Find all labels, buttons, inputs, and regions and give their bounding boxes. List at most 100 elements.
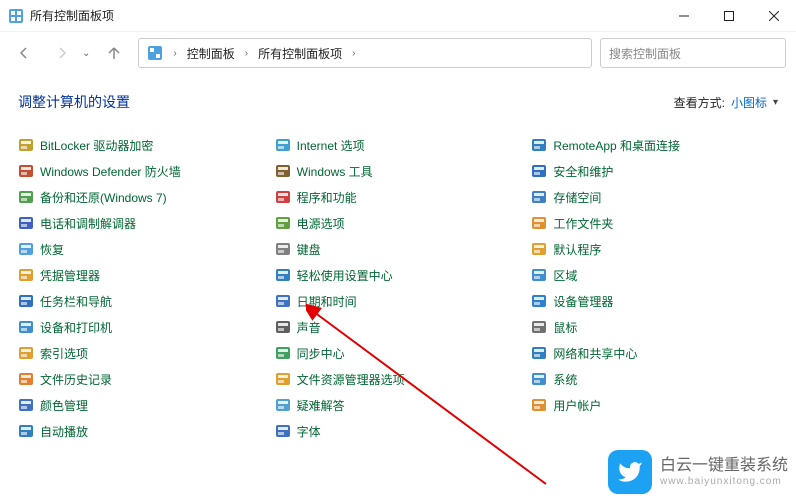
item-label: 工作文件夹 [553,215,613,232]
control-panel-item[interactable]: 设备和打印机 [18,318,265,336]
titlebar-left: 所有控制面板项 [8,7,114,24]
control-panel-item[interactable]: 声音 [275,318,522,336]
addressbar[interactable]: › 控制面板 › 所有控制面板项 › [138,38,592,68]
keyboard-icon [275,241,291,257]
page-title: 调整计算机的设置 [18,92,130,112]
content-area: 调整计算机的设置 查看方式: 小图标 ▾ BitLocker 驱动器加密 Inte… [0,74,796,440]
control-panel-item[interactable]: 备份和还原(Windows 7) [18,188,265,206]
control-panel-item[interactable]: BitLocker 驱动器加密 [18,136,265,154]
filehistory-icon [18,371,34,387]
region-icon [531,267,547,283]
control-panel-item[interactable]: 恢复 [18,240,265,258]
control-panel-item[interactable]: 轻松使用设置中心 [275,266,522,284]
item-label: 网络和共享中心 [553,345,637,362]
titlebar: 所有控制面板项 [0,0,796,32]
control-panel-item[interactable]: 电话和调制解调器 [18,214,265,232]
window-controls [661,1,796,31]
control-panel-item[interactable]: Internet 选项 [275,136,522,154]
control-panel-item[interactable]: RemoteApp 和桌面连接 [531,136,778,154]
view-mode-selector[interactable]: 查看方式: 小图标 ▾ [674,94,778,111]
minimize-button[interactable] [661,1,706,31]
close-button[interactable] [751,1,796,31]
power-icon [275,215,291,231]
control-panel-item[interactable]: 电源选项 [275,214,522,232]
date-icon [275,293,291,309]
control-panel-item[interactable]: 文件历史记录 [18,370,265,388]
ease-icon [275,267,291,283]
chevron-down-icon: ▾ [773,97,778,108]
backup-icon [18,189,34,205]
item-label: 设备管理器 [553,293,613,310]
item-label: BitLocker 驱动器加密 [40,137,153,154]
item-label: 任务栏和导航 [40,293,112,310]
taskbar-icon [18,293,34,309]
phone-icon [18,215,34,231]
control-panel-item[interactable]: 索引选项 [18,344,265,362]
control-panel-item[interactable]: 颜色管理 [18,396,265,414]
control-panel-item[interactable]: 日期和时间 [275,292,522,310]
history-dropdown[interactable]: ⌄ [82,48,90,59]
item-label: 声音 [297,319,321,336]
watermark-url: www.baiyunxitong.com [660,476,788,488]
forward-button[interactable] [48,39,76,67]
control-panel-item[interactable]: 鼠标 [531,318,778,336]
chevron-right-icon[interactable]: › [245,48,248,59]
control-panel-item[interactable]: 安全和维护 [531,162,778,180]
programs-icon [275,189,291,205]
item-label: 文件历史记录 [40,371,112,388]
control-panel-item[interactable]: 网络和共享中心 [531,344,778,362]
control-panel-item[interactable]: 程序和功能 [275,188,522,206]
breadcrumb[interactable]: 所有控制面板项 [258,45,342,62]
maximize-button[interactable] [706,1,751,31]
control-panel-item[interactable]: 设备管理器 [531,292,778,310]
item-label: 键盘 [297,241,321,258]
control-panel-item[interactable]: 键盘 [275,240,522,258]
control-panel-item[interactable]: 工作文件夹 [531,214,778,232]
control-panel-item[interactable]: 系统 [531,370,778,388]
network-icon [531,345,547,361]
up-button[interactable] [100,39,128,67]
item-label: 备份和还原(Windows 7) [40,189,167,206]
item-label: 凭据管理器 [40,267,100,284]
breadcrumb[interactable]: 控制面板 [187,45,235,62]
search-input[interactable]: 搜索控制面板 [600,38,786,68]
view-label: 查看方式: [674,94,725,111]
control-panel-item[interactable]: 存储空间 [531,188,778,206]
item-label: 安全和维护 [553,163,613,180]
fonts-icon [275,423,291,439]
control-panel-item[interactable]: 字体 [275,422,522,440]
control-panel-item[interactable]: 自动播放 [18,422,265,440]
item-label: 日期和时间 [297,293,357,310]
control-panel-item[interactable]: Windows 工具 [275,162,522,180]
control-panel-item[interactable]: Windows Defender 防火墙 [18,162,265,180]
item-label: 程序和功能 [297,189,357,206]
back-button[interactable] [10,39,38,67]
item-label: 鼠标 [553,319,577,336]
system-icon [531,371,547,387]
navbar: ⌄ › 控制面板 › 所有控制面板项 › 搜索控制面板 [0,32,796,74]
internet-icon [275,137,291,153]
item-label: 疑难解答 [297,397,345,414]
control-panel-item[interactable]: 凭据管理器 [18,266,265,284]
control-panel-item[interactable]: 区域 [531,266,778,284]
item-label: 系统 [553,371,577,388]
item-label: 用户帐户 [553,397,601,414]
control-panel-item[interactable]: 疑难解答 [275,396,522,414]
chevron-right-icon[interactable]: › [173,48,176,59]
storage-icon [531,189,547,205]
item-label: 恢复 [40,241,64,258]
item-label: 存储空间 [553,189,601,206]
item-label: 颜色管理 [40,397,88,414]
item-label: 自动播放 [40,423,88,440]
item-label: 同步中心 [297,345,345,362]
item-label: Windows Defender 防火墙 [40,163,181,180]
indexing-icon [18,345,34,361]
control-panel-item[interactable]: 默认程序 [531,240,778,258]
item-label: 索引选项 [40,345,88,362]
control-panel-item[interactable]: 同步中心 [275,344,522,362]
control-panel-item[interactable]: 任务栏和导航 [18,292,265,310]
control-panel-item[interactable]: 文件资源管理器选项 [275,370,522,388]
control-panel-item[interactable]: 用户帐户 [531,396,778,414]
chevron-right-icon[interactable]: › [352,48,355,59]
tools-icon [275,163,291,179]
